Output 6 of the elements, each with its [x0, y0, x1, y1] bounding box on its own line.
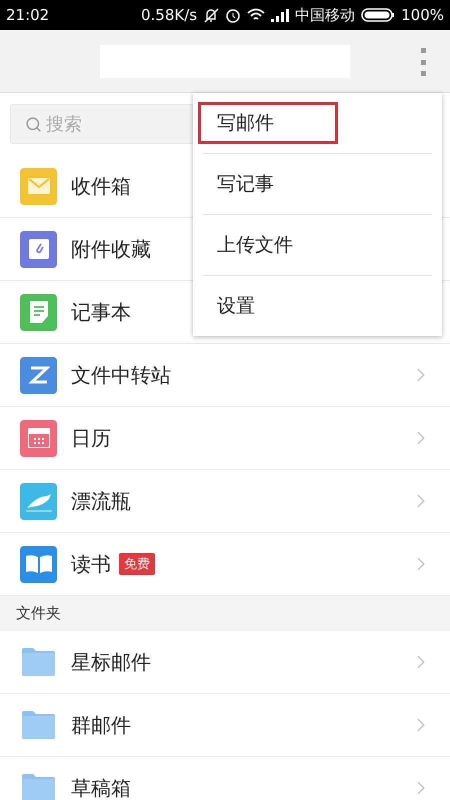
battery-percent: 100% [401, 6, 444, 24]
section-header: 文件夹 [16, 604, 61, 623]
network-speed: 0.58K/s [141, 6, 198, 24]
free-tag: 免费 [119, 553, 155, 575]
clock: 21:02 [6, 6, 50, 24]
carrier-name: 中国移动 [295, 6, 356, 24]
